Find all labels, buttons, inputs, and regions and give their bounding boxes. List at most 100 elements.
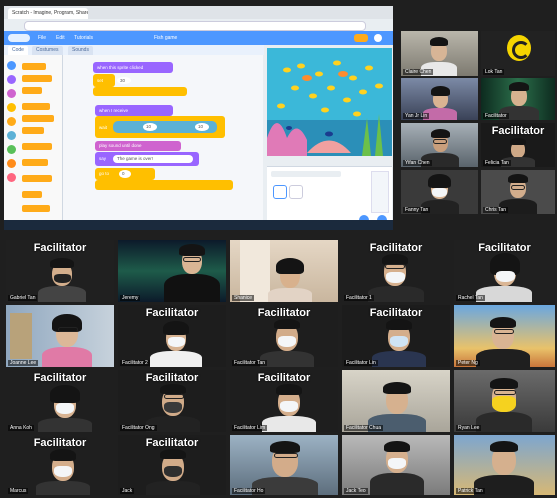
facilitator-label: Facilitator: [369, 307, 423, 319]
browser-tab[interactable]: Scratch - Imagine, Program, Share: [8, 8, 88, 19]
palette-block[interactable]: [22, 205, 50, 212]
facilitator-label: Facilitator: [145, 437, 199, 449]
category-events-icon[interactable]: [7, 103, 16, 112]
menu-file[interactable]: File: [38, 31, 46, 45]
video-tile[interactable]: Facilitator Facilitator 2: [118, 305, 226, 367]
video-tile[interactable]: Facilitator Facilitator Lim: [230, 370, 338, 432]
video-tile[interactable]: Facilitator Felicia Tan: [481, 123, 555, 167]
category-looks-icon[interactable]: [7, 75, 16, 84]
participant-name: Joanne Lee: [8, 360, 39, 366]
participant-name: Ryan Lee: [456, 425, 482, 431]
facilitator-label: Facilitator: [257, 372, 311, 384]
video-tile[interactable]: Lok Tan: [481, 31, 555, 76]
video-tile[interactable]: Joanne Lee: [6, 305, 114, 367]
block-value: 10: [146, 124, 152, 129]
video-tile[interactable]: Yan Jr Lin: [401, 78, 478, 120]
category-sensing-icon[interactable]: [7, 131, 16, 140]
video-tile[interactable]: Claire Chen: [401, 31, 478, 76]
menu-edit[interactable]: Edit: [56, 31, 65, 45]
stage[interactable]: [267, 48, 392, 156]
code-block-sound[interactable]: play sound until done: [95, 141, 181, 151]
participant-name: Facilitator Ho: [232, 488, 266, 494]
video-tile[interactable]: Facilitator Rachel Tan: [454, 240, 555, 302]
palette-block[interactable]: [22, 75, 52, 82]
video-tile[interactable]: Shanice: [230, 240, 338, 302]
code-block[interactable]: [95, 180, 233, 190]
video-tile[interactable]: Facilitator Chua: [342, 370, 450, 432]
category-variables-icon[interactable]: [7, 159, 16, 168]
participant-name: Chris Tan: [483, 207, 509, 213]
video-tile[interactable]: Ryan Lee: [454, 370, 555, 432]
sprite-thumbnail[interactable]: [273, 185, 287, 199]
participant-name: Peter Ng: [456, 360, 480, 366]
video-tile[interactable]: Facilitator: [481, 78, 555, 120]
user-avatar[interactable]: [374, 34, 382, 42]
category-control-icon[interactable]: [7, 117, 16, 126]
video-tile[interactable]: Peter Ng: [454, 305, 555, 367]
menu-tutorials[interactable]: Tutorials: [74, 31, 93, 45]
logo-swirl-icon: [512, 41, 530, 59]
video-tile[interactable]: Facilitator Facilitator Lin: [342, 305, 450, 367]
share-button[interactable]: [354, 34, 368, 42]
code-area[interactable]: when this sprite clicked set 30 when I r…: [63, 55, 263, 228]
video-tile[interactable]: Chris Tan: [481, 170, 555, 214]
category-motion-icon[interactable]: [7, 61, 16, 70]
participant-name: Gabriel Tan: [8, 295, 38, 301]
active-speaker-tile[interactable]: Yifan Chen: [401, 123, 478, 167]
participant-name: Facilitator Tan: [232, 360, 268, 366]
block-text: wait: [99, 125, 108, 130]
palette-block[interactable]: [22, 175, 52, 182]
block-value: 30: [120, 78, 126, 83]
video-tile[interactable]: Facilitator Facilitator Tan: [230, 305, 338, 367]
code-block[interactable]: [93, 87, 187, 96]
palette-block[interactable]: [22, 63, 46, 70]
tab-costumes[interactable]: Costumes: [32, 46, 63, 55]
video-tile[interactable]: Facilitator Marcus: [6, 435, 114, 495]
video-tile[interactable]: Jeremy: [118, 240, 226, 302]
video-tile[interactable]: Facilitator Jack: [118, 435, 226, 495]
video-tile[interactable]: Fanny Tan: [401, 170, 478, 214]
video-tile[interactable]: Facilitator Facilitator Ong: [118, 370, 226, 432]
palette-block[interactable]: [22, 87, 42, 94]
participant-name: Patrick Tan: [456, 488, 485, 494]
participant-name: Facilitator: [483, 113, 509, 119]
video-tile[interactable]: Jack Teo: [342, 435, 450, 495]
block-text: when I receive: [99, 108, 129, 113]
palette-block[interactable]: [22, 143, 52, 150]
block-input[interactable]: [119, 170, 131, 178]
block-text: play sound until done: [99, 143, 142, 148]
video-tile[interactable]: Facilitator Facilitator 1: [342, 240, 450, 302]
participant-name: Jeremy: [120, 295, 141, 301]
stage-selector[interactable]: [371, 171, 389, 213]
sprite-thumbnail[interactable]: [289, 185, 303, 199]
palette-block[interactable]: [22, 191, 42, 198]
participant-name: Facilitator Chua: [344, 425, 384, 431]
windows-taskbar: [4, 220, 393, 230]
participant-name: Facilitator Ong: [120, 425, 157, 431]
video-tile[interactable]: Facilitator Ho: [230, 435, 338, 495]
video-tile[interactable]: Facilitator Anna Koh: [6, 370, 114, 432]
video-tile[interactable]: Patrick Tan: [454, 435, 555, 495]
participant-name: Lok Tan: [483, 69, 505, 75]
category-operators-icon[interactable]: [7, 145, 16, 154]
palette-block[interactable]: [22, 159, 48, 166]
address-bar[interactable]: [24, 21, 366, 31]
participant-name: Jack: [120, 488, 135, 494]
tab-code[interactable]: Code: [8, 46, 28, 55]
stage-toolbar: [267, 156, 392, 166]
code-block-receive[interactable]: when I receive: [95, 105, 173, 116]
palette-block[interactable]: [22, 127, 44, 134]
category-sound-icon[interactable]: [7, 89, 16, 98]
category-myblocks-icon[interactable]: [7, 173, 16, 182]
participant-name: Facilitator Lin: [344, 360, 378, 366]
code-block-set[interactable]: set: [93, 74, 115, 87]
palette-block[interactable]: [22, 115, 54, 122]
video-tile[interactable]: Facilitator Gabriel Tan: [6, 240, 114, 302]
palette-block[interactable]: [22, 103, 50, 110]
scratch-logo[interactable]: [8, 34, 30, 42]
project-title[interactable]: Fish game: [154, 31, 177, 45]
participant-name: Marcus: [8, 488, 29, 494]
tab-sounds[interactable]: Sounds: [68, 46, 93, 55]
code-block-hat[interactable]: when this sprite clicked: [93, 62, 173, 73]
facilitator-label: Facilitator: [145, 372, 199, 384]
